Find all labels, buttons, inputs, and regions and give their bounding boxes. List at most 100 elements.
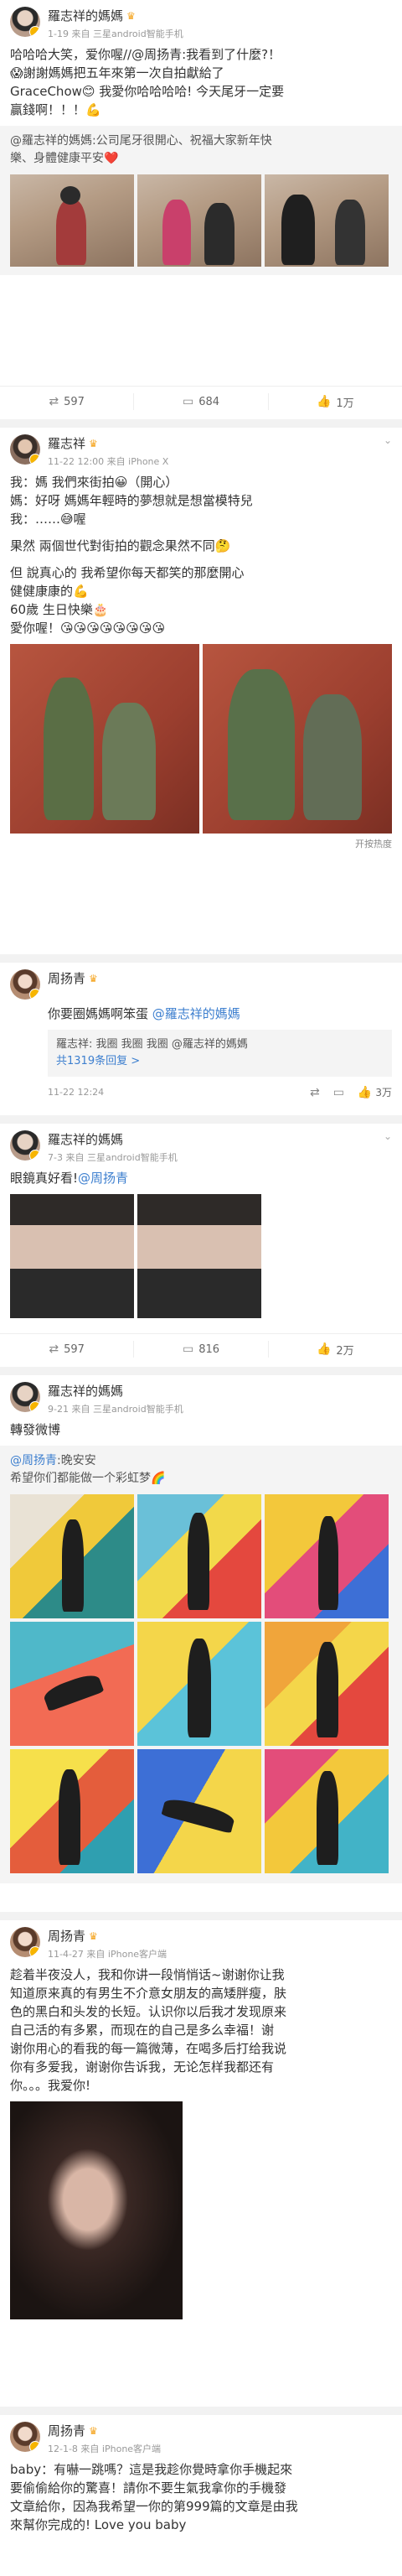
crown-icon: ♛ <box>89 2424 98 2437</box>
text-line: 😱謝謝媽媽把五年來第一次自拍獻給了 <box>10 65 224 80</box>
comment-icon: ▭ <box>182 1343 194 1356</box>
username[interactable]: 周扬青 <box>48 969 85 987</box>
post-photo[interactable] <box>10 644 199 834</box>
post-photo[interactable] <box>10 1749 134 1873</box>
post-5: 羅志祥的媽媽 9-21 来自 三星android智能手机 轉發微博 @周扬青:晚… <box>0 1375 402 1912</box>
comment-button[interactable]: ▭ 684 <box>134 393 269 410</box>
sort-by-popularity-link[interactable]: 开按热度 <box>0 834 402 850</box>
post-meta: 12-1-8 来自 iPhone客户端 <box>48 2444 162 2454</box>
avatar[interactable] <box>10 1382 40 1412</box>
repost-line: @周扬青:晚安安 <box>10 1454 96 1467</box>
post-meta: 11-22 12:00 来自 iPhone X <box>48 456 169 467</box>
verified-badge-icon <box>29 26 40 37</box>
comment-button[interactable]: ▭ 816 <box>134 1341 269 1358</box>
post-photo[interactable] <box>203 644 392 834</box>
text-line: 來幫你完成的! Love you baby <box>10 2517 187 2532</box>
avatar[interactable] <box>10 1130 40 1161</box>
weibo-feed: 羅志祥的媽媽 ♛ 1-19 来自 三星android智能手机 哈哈哈大笑，爱你喔/… <box>0 0 402 2576</box>
chevron-down-icon[interactable]: ⌄ <box>384 434 392 446</box>
avatar[interactable] <box>10 434 40 465</box>
verified-badge-icon <box>29 1946 40 1957</box>
text-line: 但 說真心的 我希望你每天都笑的那麼開心 <box>10 565 245 580</box>
text-line: 贏錢啊！！！💪 <box>10 102 101 117</box>
comment-icon[interactable]: ▭ <box>333 1086 344 1099</box>
mention-link[interactable]: @羅志祥的媽媽 <box>152 1006 240 1021</box>
text-line: 要偷偷給你的驚喜！請你不要生氣我拿你的手機發 <box>10 2480 287 2496</box>
repost-block[interactable]: @周扬青:晚安安 希望你们都能做一个彩虹梦🌈 <box>0 1446 402 1883</box>
crown-icon: ♛ <box>126 9 136 22</box>
action-bar: ⇄ 597 ▭ 816 👍 2万 <box>0 1333 402 1364</box>
username[interactable]: 周扬青 <box>48 2422 85 2439</box>
post-text: 趁着半夜没人，我和你讲一段悄悄话~谢谢你让我 知道原来真的有男生不介意女朋友的高… <box>0 1961 402 2095</box>
comment-item: 周扬青 ♛ 你要圈媽媽啊笨蛋 @羅志祥的媽媽 羅志祥: 我圈 我圈 我圈 @羅志祥… <box>0 963 402 1115</box>
post-text: 眼鏡真好看!@周扬青 <box>10 1171 129 1186</box>
mention-link[interactable]: @周扬青 <box>10 1454 57 1467</box>
reply-box[interactable]: 羅志祥: 我圈 我圈 我圈 @羅志祥的媽媽 共1319条回复 > <box>48 1030 392 1077</box>
post-photo[interactable] <box>10 2101 183 2319</box>
post-photo[interactable] <box>137 1749 261 1873</box>
like-icon: 👍 <box>316 395 332 408</box>
post-photo[interactable] <box>137 1494 261 1618</box>
verified-badge-icon <box>29 1150 40 1161</box>
post-photo[interactable] <box>10 1622 134 1746</box>
verified-badge-icon <box>29 989 40 1000</box>
post-text: 哈哈哈大笑，爱你喔//@周扬青:我看到了什麼?！ 😱謝謝媽媽把五年來第一次自拍獻… <box>0 40 402 119</box>
divider <box>0 1115 402 1124</box>
divider <box>0 1912 402 1920</box>
post-photo[interactable] <box>10 1194 134 1318</box>
username[interactable]: 羅志祥 <box>48 434 85 452</box>
username[interactable]: 周扬青 <box>48 1927 85 1945</box>
post-photo[interactable] <box>137 1194 261 1318</box>
post-6: 周扬青 ♛ 11-4-27 来自 iPhone客户端 趁着半夜没人，我和你讲一段悄… <box>0 1920 402 2407</box>
repost-block[interactable]: @羅志祥的媽媽:公司尾牙很開心、祝福大家新年快 樂、身體健康平安❤️ <box>0 126 402 275</box>
text-line: 哈哈哈大笑，爱你喔//@周扬青:我看到了什麼?！ <box>10 47 281 62</box>
post-photo[interactable] <box>10 1494 134 1618</box>
text-line: 你。。。我爱你! <box>10 2078 91 2093</box>
repost-line: 希望你们都能做一个彩虹梦🌈 <box>10 1472 166 1485</box>
text-line: 果然 兩個世代對街拍的觀念果然不同🤔 <box>10 538 231 553</box>
text-line: 60歲 生日快樂🎂 <box>10 602 109 617</box>
repost-icon[interactable]: ⇄ <box>310 1086 320 1099</box>
text-line: 自己活的有多累，而现在的自己是多么幸福！谢 <box>10 2023 275 2038</box>
repost-button[interactable]: ⇄ 597 <box>0 393 135 410</box>
text-line: 我：……😅喔 <box>10 512 86 527</box>
post-7: 周扬青 ♛ 12-1-8 来自 iPhone客户端 baby：有嚇一跳嗎？這是我趁… <box>0 2415 402 2576</box>
text-line: 愛你喔！😘😘😘😘😘😘😘😘 <box>10 621 166 636</box>
action-bar: ⇄ 597 ▭ 684 👍 1万 <box>0 386 402 417</box>
mention-link[interactable]: @周扬青 <box>78 1171 128 1186</box>
text-line: GraceChow😊 我愛你哈哈哈哈! 今天尾牙一定要 <box>10 84 285 99</box>
post-meta: 1-19 来自 三星android智能手机 <box>48 29 183 39</box>
verified-badge-icon <box>29 2441 40 2452</box>
chevron-down-icon[interactable]: ⌄ <box>384 1130 392 1142</box>
post-meta: 9-21 来自 三星android智能手机 <box>48 1404 183 1415</box>
text-line: 知道原来真的有男生不介意女朋友的高矮胖瘦，肤 <box>10 1986 287 2001</box>
post-4: 羅志祥的媽媽 7-3 来自 三星android智能手机 ⌄ 眼鏡真好看!@周扬青… <box>0 1124 402 1367</box>
text-line: 趁着半夜没人，我和你讲一段悄悄话~谢谢你让我 <box>10 1967 285 1982</box>
post-text: 我：媽 我們來街拍😀（開心） 媽：好呀 媽媽年輕時的夢想就是想當模特兒 我：……… <box>0 468 402 637</box>
username[interactable]: 羅志祥的媽媽 <box>48 7 123 24</box>
like-button[interactable]: 👍 2万 <box>269 1341 402 1358</box>
username[interactable]: 羅志祥的媽媽 <box>48 1130 123 1148</box>
avatar[interactable] <box>10 2422 40 2452</box>
repost-button[interactable]: ⇄ 597 <box>0 1341 135 1358</box>
crown-icon: ♛ <box>89 437 98 449</box>
verified-badge-icon <box>29 454 40 465</box>
reply-count-link[interactable]: 共1319条回复 > <box>56 1053 384 1070</box>
post-photo[interactable] <box>265 1494 389 1618</box>
verified-badge-icon <box>29 1401 40 1412</box>
post-photo[interactable] <box>137 174 261 267</box>
username[interactable]: 羅志祥的媽媽 <box>48 1382 123 1400</box>
post-photo[interactable] <box>265 1749 389 1873</box>
post-photo[interactable] <box>265 1622 389 1746</box>
like-button[interactable]: 👍 1万 <box>269 393 402 410</box>
like-count: 3万 <box>375 1087 392 1098</box>
post-photo[interactable] <box>137 1622 261 1746</box>
text-line: 文章給你，因為我希望一你的第999篇的文章是由我 <box>10 2499 298 2514</box>
avatar[interactable] <box>10 969 40 1000</box>
post-photo[interactable] <box>10 174 134 267</box>
avatar[interactable] <box>10 1927 40 1957</box>
post-photo[interactable] <box>265 174 389 267</box>
avatar[interactable] <box>10 7 40 37</box>
like-icon[interactable]: 👍 <box>358 1086 372 1099</box>
post-text: 轉發微博 <box>10 1422 61 1437</box>
